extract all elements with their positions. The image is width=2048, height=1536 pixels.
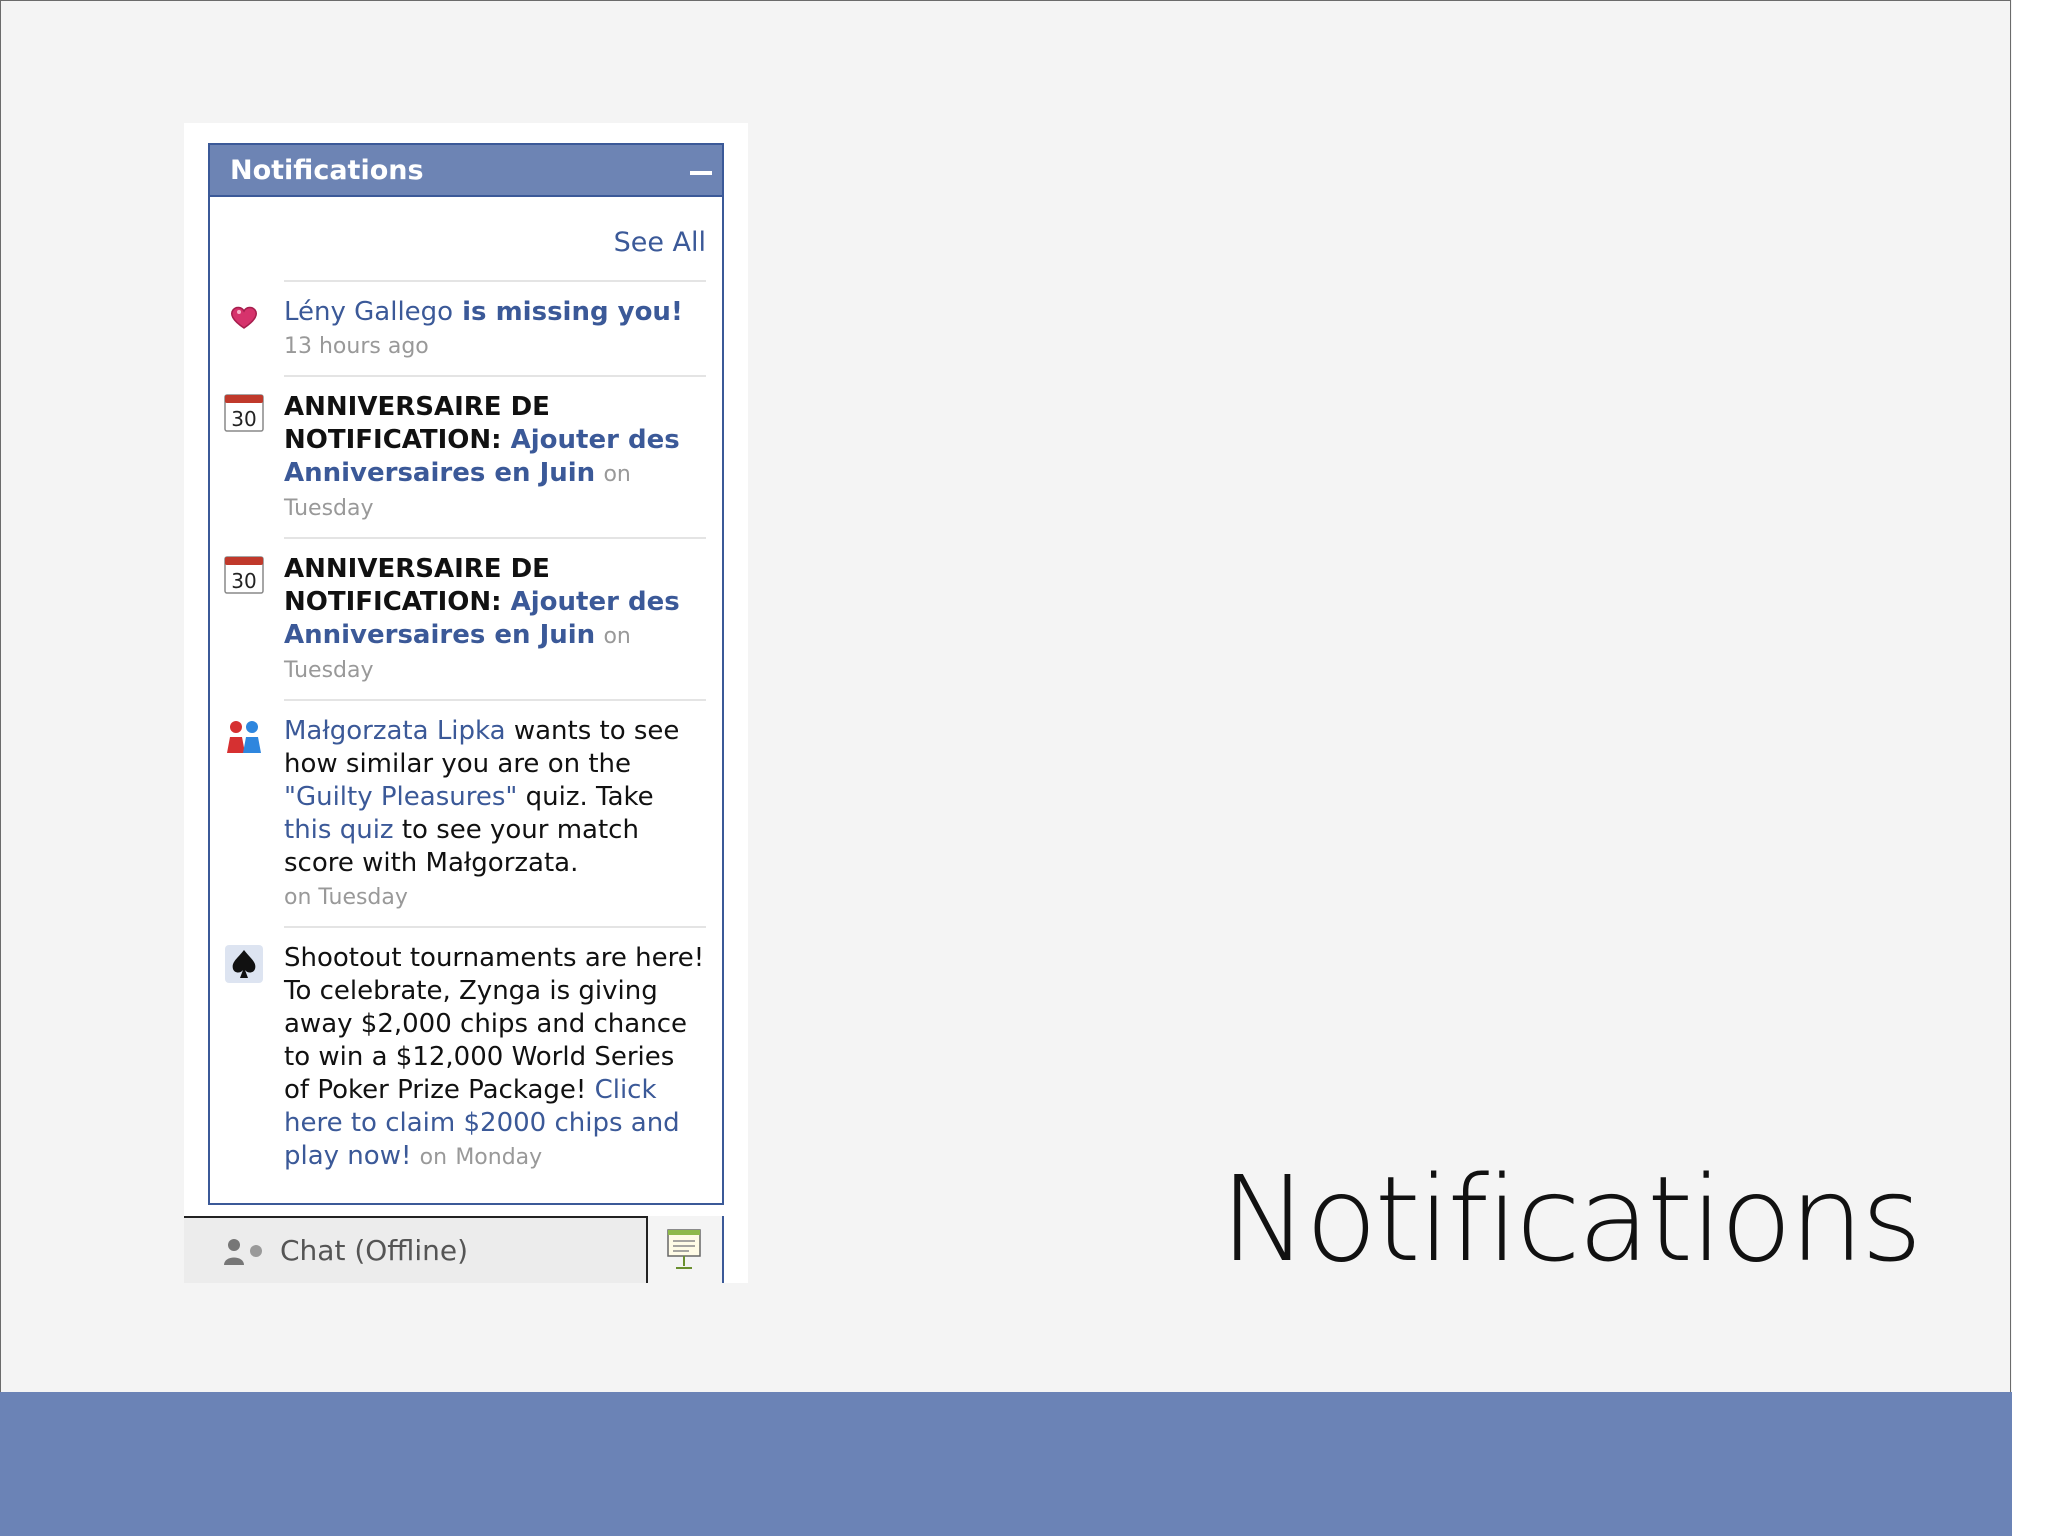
right-strip [2012,0,2048,1536]
notification-time-prefix: on [603,624,631,649]
notification-item: 30 ANNIVERSAIRE DE NOTIFICATION: Ajouter… [224,537,706,699]
chat-label: Chat (Offline) [280,1234,469,1267]
presentation-button[interactable] [648,1216,724,1283]
chat-status-icon [224,1238,262,1265]
presentation-icon [667,1229,701,1269]
notifications-panel: Notifications See All Lény Gallego is mi… [208,143,724,1205]
calendar-day-number: 30 [231,569,256,593]
chat-bar[interactable]: Chat (Offline) [184,1216,648,1283]
calendar-icon: 30 [224,556,264,594]
footer-band [0,1392,2012,1536]
notifications-screenshot: Notifications See All Lény Gallego is mi… [184,123,748,1283]
notification-time: Tuesday [284,496,374,521]
minimize-icon[interactable] [690,171,712,175]
notification-item: Lény Gallego is missing you! 13 hours ag… [231,280,706,375]
spade-icon [225,945,263,983]
notification-text: quiz. Take [517,782,654,812]
notification-item: Małgorzata Lipka wants to see how simila… [227,699,706,926]
see-all-link[interactable]: See All [614,227,706,258]
calendar-icon: 30 [224,394,264,432]
panel-title: Notifications [230,154,424,186]
notification-item: Shootout tournaments are here! To celebr… [225,926,706,1186]
take-quiz-link[interactable]: this quiz [284,815,394,845]
notification-actor-link[interactable]: Małgorzata Lipka [284,716,506,746]
notification-time: Tuesday [284,658,374,683]
heart-icon [231,306,257,329]
notification-time: on Tuesday [284,885,408,910]
quiz-name-link[interactable]: "Guilty Pleasures" [284,782,517,812]
notification-list: Lény Gallego is missing you! 13 hours ag… [210,280,722,1186]
notification-actor-link[interactable]: Lény Gallego [284,297,453,327]
panel-header: Notifications [208,143,724,197]
notification-time: Monday [455,1145,543,1170]
notification-item: 30 ANNIVERSAIRE DE NOTIFICATION: Ajouter… [224,375,706,537]
notification-time-prefix: on [419,1145,448,1170]
calendar-day-number: 30 [231,407,256,431]
people-quiz-icon [227,721,261,753]
notification-text[interactable]: is missing you! [453,297,683,327]
notification-time: 13 hours ago [284,334,429,359]
notification-time-prefix: on [603,462,631,487]
slide-title: Notifications [1220,1150,1923,1288]
